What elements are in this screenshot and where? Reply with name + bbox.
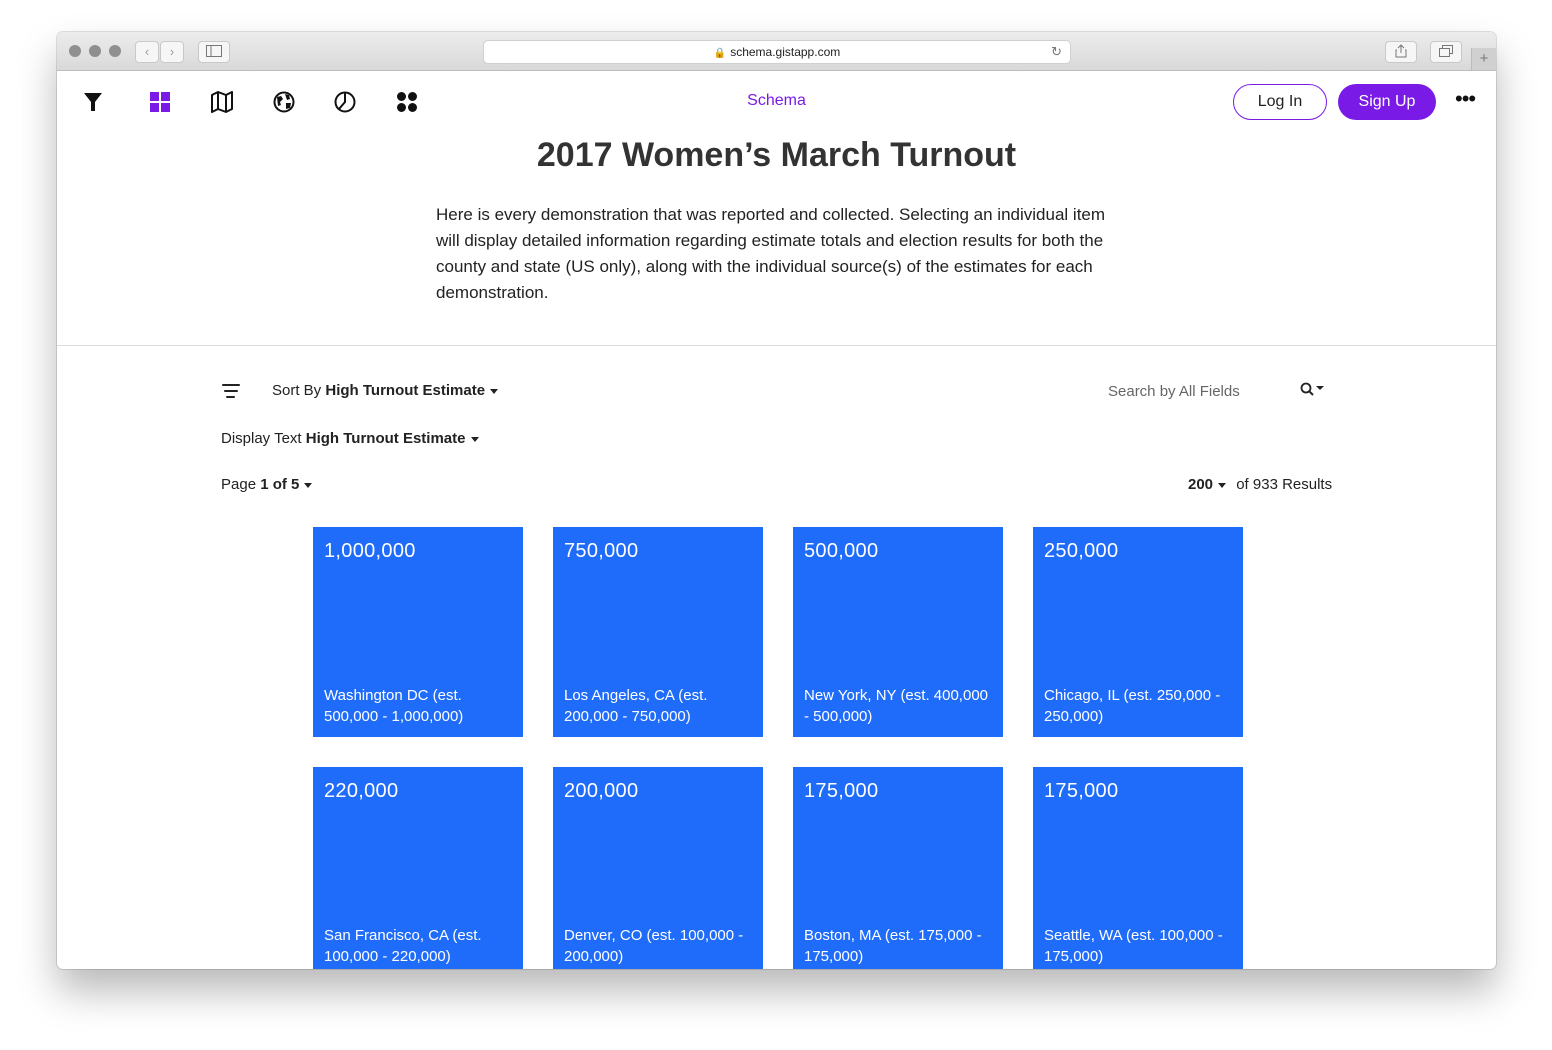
display-text-value: High Turnout Estimate [305, 430, 466, 447]
card-label: Denver, CO (est. 100,000 - 200,000) [564, 927, 744, 965]
result-card[interactable]: 175,000 Seattle, WA (est. 100,000 - 175,… [1033, 767, 1243, 969]
results-per-page: 200 of 933 Results [1188, 476, 1332, 493]
display-text-dropdown[interactable]: Display Text High Turnout Estimate [221, 430, 479, 447]
results-count: of 933 Results [1236, 476, 1333, 493]
page-title: 2017 Women’s March Turnout [536, 136, 1017, 174]
map-icon[interactable] [210, 90, 234, 114]
card-label: New York, NY (est. 400,000 - 500,000) [804, 687, 988, 725]
filter-icon[interactable] [81, 90, 105, 114]
per-page-value: 200 [1188, 476, 1214, 493]
card-label: San Francisco, CA (est. 100,000 - 220,00… [324, 927, 482, 965]
section-divider [57, 345, 1496, 346]
chevron-down-icon [1218, 482, 1227, 488]
result-card[interactable]: 200,000 Denver, CO (est. 100,000 - 200,0… [553, 767, 763, 969]
sort-label: Sort By [272, 382, 322, 399]
page-description: Here is every demonstration that was rep… [436, 205, 1106, 302]
share-button[interactable] [1385, 41, 1417, 63]
zoom-window-button[interactable] [109, 45, 121, 57]
sort-value: High Turnout Estimate [325, 382, 486, 399]
per-page-dropdown[interactable]: 200 [1188, 476, 1227, 493]
result-card[interactable]: 750,000 Los Angeles, CA (est. 200,000 - … [553, 527, 763, 737]
card-value: 175,000 [804, 780, 879, 802]
cluster-icon[interactable] [395, 90, 419, 114]
grid-view-icon[interactable] [148, 90, 172, 114]
close-window-button[interactable] [69, 45, 81, 57]
sort-dropdown[interactable]: Sort By High Turnout Estimate [272, 382, 499, 399]
result-card[interactable]: 1,000,000 Washington DC (est. 500,000 - … [313, 527, 523, 737]
card-label: Chicago, IL (est. 250,000 - 250,000) [1044, 687, 1221, 725]
more-options-icon[interactable]: ••• [1455, 86, 1476, 112]
card-value: 200,000 [564, 780, 639, 802]
card-label: Seattle, WA (est. 100,000 - 175,000) [1044, 927, 1223, 965]
result-card[interactable]: 220,000 San Francisco, CA (est. 100,000 … [313, 767, 523, 969]
lock-icon: 🔒 [713, 48, 727, 59]
pie-chart-icon[interactable] [333, 90, 357, 114]
chevron-down-icon [470, 436, 479, 442]
card-label: Los Angeles, CA (est. 200,000 - 750,000) [564, 687, 708, 725]
card-value: 250,000 [1044, 540, 1119, 562]
browser-toolbar: ‹ › 🔒 schema.gistapp.com ↻ + [57, 32, 1496, 71]
page-value: 1 of 5 [260, 476, 300, 493]
result-card[interactable]: 250,000 Chicago, IL (est. 250,000 - 250,… [1033, 527, 1243, 737]
card-value: 175,000 [1044, 780, 1119, 802]
card-label: Washington DC (est. 500,000 - 1,000,000) [324, 687, 464, 725]
tabs-icon [1439, 45, 1453, 57]
page-dropdown[interactable]: Page 1 of 5 [221, 476, 313, 493]
card-value: 750,000 [564, 540, 639, 562]
address-bar[interactable]: 🔒 schema.gistapp.com ↻ [483, 40, 1071, 64]
app-header: Schema Log In Sign Up ••• [57, 70, 1496, 136]
card-label: Boston, MA (est. 175,000 - 175,000) [804, 927, 982, 965]
forward-button[interactable]: › [160, 41, 184, 63]
brand-link[interactable]: Schema [747, 92, 806, 109]
reload-icon[interactable]: ↻ [1051, 41, 1062, 63]
new-tab-button[interactable]: + [1471, 48, 1496, 70]
filter-menu-icon[interactable] [222, 384, 240, 398]
chevron-down-icon [304, 482, 313, 488]
card-value: 500,000 [804, 540, 879, 562]
minimize-window-button[interactable] [89, 45, 101, 57]
result-card[interactable]: 500,000 New York, NY (est. 400,000 - 500… [793, 527, 1003, 737]
card-value: 220,000 [324, 780, 399, 802]
card-value: 1,000,000 [324, 540, 416, 562]
url-text: schema.gistapp.com [730, 45, 841, 59]
back-button[interactable]: ‹ [135, 41, 159, 63]
globe-icon[interactable] [272, 90, 296, 114]
log-in-button[interactable]: Log In [1233, 84, 1327, 120]
tabs-overview-button[interactable] [1430, 41, 1462, 63]
result-card[interactable]: 175,000 Boston, MA (est. 175,000 - 175,0… [793, 767, 1003, 969]
display-text-label: Display Text [221, 430, 302, 447]
page-label: Page [221, 476, 257, 493]
share-icon [1395, 44, 1407, 58]
sign-up-button[interactable]: Sign Up [1338, 84, 1436, 120]
search-icon [1300, 382, 1324, 396]
search-button[interactable] [1299, 381, 1327, 399]
sidebar-icon [206, 45, 222, 57]
chevron-down-icon [490, 388, 499, 394]
browser-window: ‹ › 🔒 schema.gistapp.com ↻ + Schema Log … [57, 32, 1496, 969]
sidebar-toggle-button[interactable] [198, 41, 230, 63]
